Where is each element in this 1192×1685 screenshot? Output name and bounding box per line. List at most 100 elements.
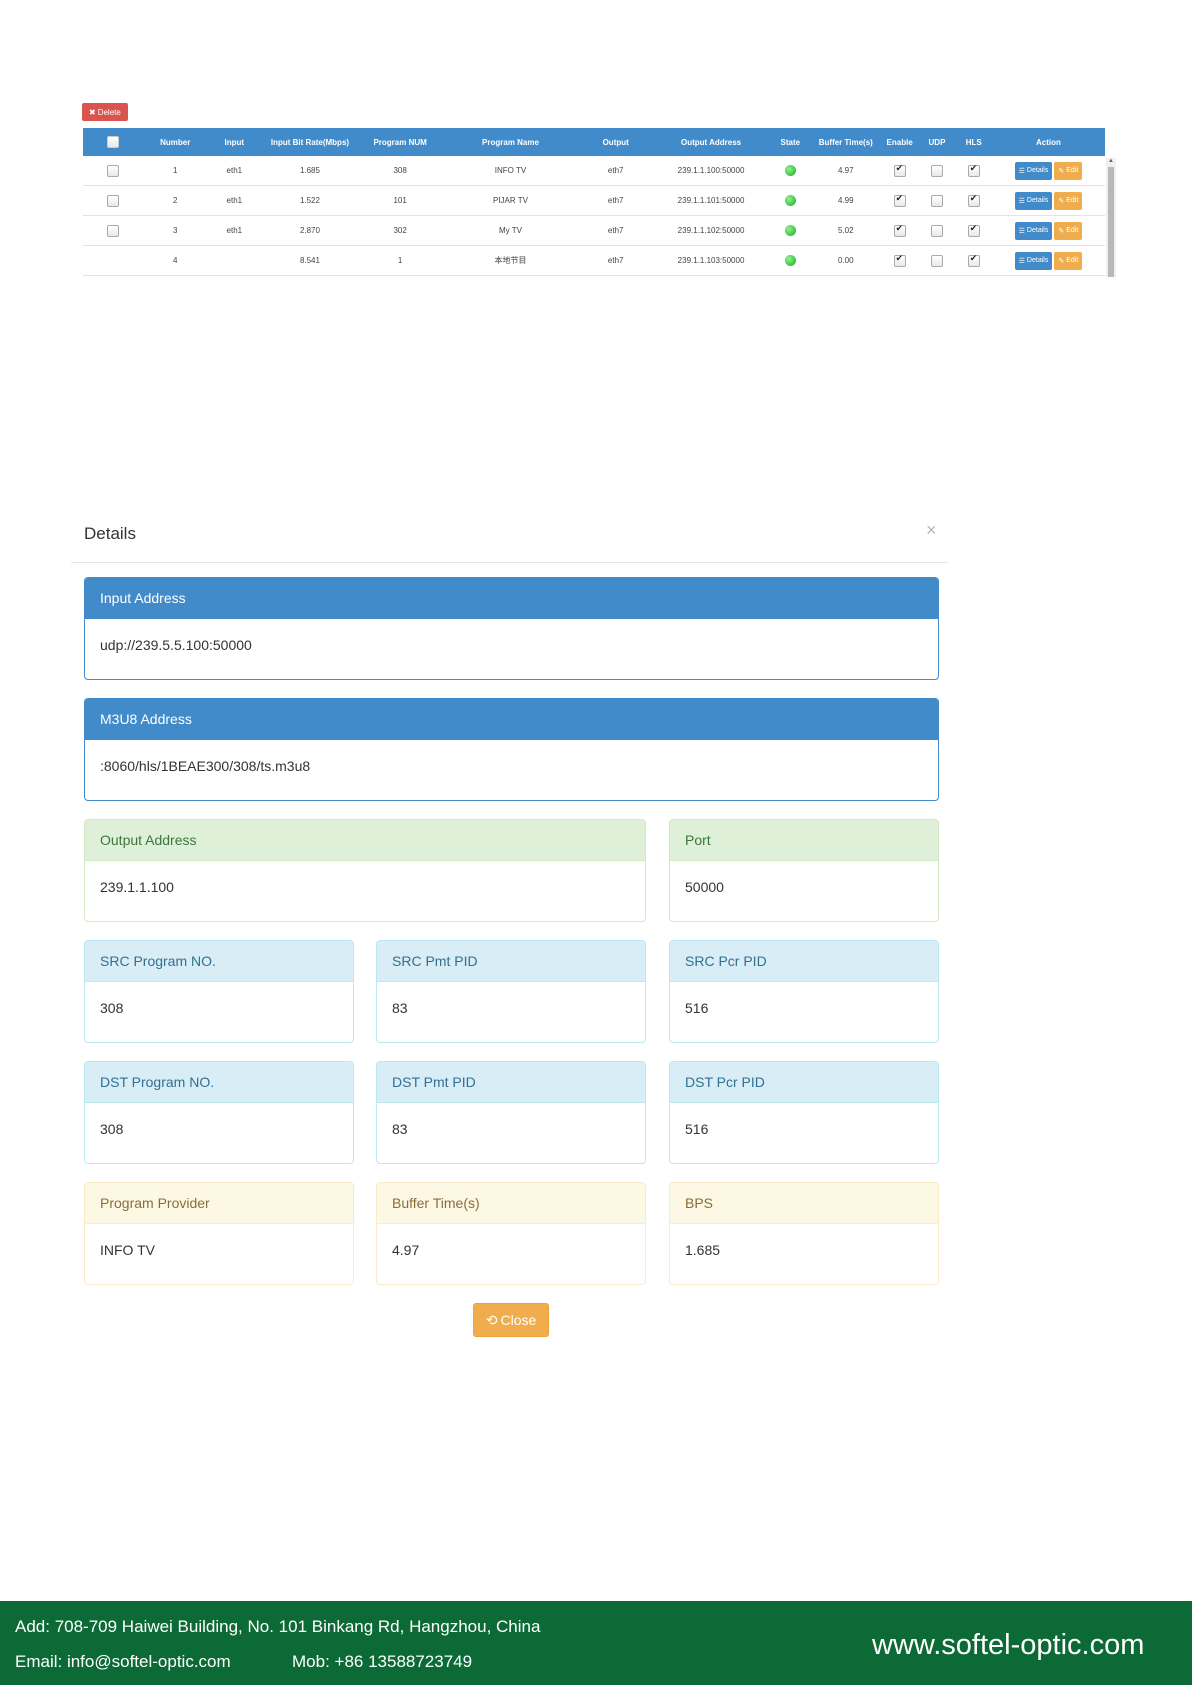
- output-address-panel: Output Address 239.1.1.100: [84, 819, 646, 922]
- edit-button[interactable]: ✎ Edit: [1054, 221, 1083, 240]
- program-provider-panel: Program Provider INFO TV: [84, 1182, 354, 1285]
- close-button[interactable]: ⟲ Close: [473, 1303, 549, 1337]
- scroll-up-icon[interactable]: ▲: [1107, 158, 1115, 166]
- cell-output: eth7: [579, 215, 652, 246]
- modal-divider: [71, 562, 948, 563]
- src-program-no-panel: SRC Program NO. 308: [84, 940, 354, 1043]
- cell-output: eth7: [579, 185, 652, 216]
- cell-enable: [881, 245, 919, 276]
- edit-button[interactable]: ✎ Edit: [1054, 161, 1083, 180]
- column-header: UDP: [918, 128, 956, 156]
- edit-button[interactable]: ✎ Edit: [1054, 251, 1083, 270]
- cell-state: [770, 156, 811, 186]
- modal-title: Details: [84, 524, 136, 543]
- cell-program-name: PIJAR TV: [441, 185, 580, 216]
- row-select-checkbox[interactable]: [107, 164, 120, 177]
- cell-enable: [881, 215, 919, 246]
- panel-value: 83: [392, 1121, 408, 1137]
- details-button[interactable]: ☰ Details: [1014, 191, 1053, 210]
- udp-checkbox[interactable]: [930, 164, 943, 177]
- hls-checkbox[interactable]: [967, 223, 980, 237]
- column-header: Enable: [881, 128, 919, 156]
- udp-checkbox[interactable]: [930, 254, 943, 267]
- scrollbar-thumb[interactable]: [1108, 167, 1114, 277]
- row-select-cell: [83, 215, 144, 246]
- cell-buffer-time: 5.02: [810, 215, 882, 246]
- udp-checkbox[interactable]: [930, 224, 943, 237]
- cell-enable: [881, 156, 919, 186]
- cell-output-address: 239.1.1.101:50000: [651, 185, 771, 216]
- list-icon: ☰: [1018, 197, 1025, 205]
- cell-udp: [918, 215, 956, 246]
- cell-program-name: My TV: [441, 215, 580, 246]
- cell-number: 4: [143, 245, 208, 276]
- cell-program-name: INFO TV: [441, 156, 580, 186]
- footer-website[interactable]: www.softel-optic.com: [872, 1629, 1144, 1662]
- state-indicator-icon: [784, 225, 796, 236]
- close-icon: ✖: [89, 107, 96, 117]
- cell-output-address: 239.1.1.102:50000: [651, 215, 771, 246]
- details-button[interactable]: ☰ Details: [1014, 161, 1053, 180]
- delete-button[interactable]: ✖ Delete: [82, 103, 128, 121]
- panel-heading: Output Address: [85, 820, 645, 861]
- cell-program-name: 本地节目: [441, 245, 580, 276]
- row-select-checkbox[interactable]: [107, 224, 120, 237]
- table-row: 4 8.5411本地节目eth7239.1.1.103:50000 0.00 ☰Det…: [83, 245, 1105, 276]
- edit-button-label: Edit: [1066, 197, 1079, 204]
- details-button[interactable]: ☰ Details: [1014, 221, 1053, 240]
- column-header: HLS: [955, 128, 992, 156]
- panel-heading: DST Program NO.: [85, 1062, 353, 1103]
- panel-value: 50000: [685, 879, 724, 895]
- cell-program-num: 101: [358, 185, 442, 216]
- panel-value: 1.685: [685, 1242, 721, 1258]
- hls-checkbox[interactable]: [967, 253, 980, 267]
- src-pmt-pid-panel: SRC Pmt PID 83: [376, 940, 646, 1043]
- state-indicator-icon: [784, 195, 796, 206]
- details-button-label: Details: [1026, 227, 1049, 234]
- select-all-checkbox[interactable]: [107, 136, 120, 148]
- table-row: 1 eth1 1.685 308 INFO TV eth7 239.1.1.100:5000…: [83, 156, 1105, 186]
- panel-value: 239.1.1.100: [100, 879, 174, 895]
- cell-number: 3: [143, 215, 208, 246]
- row-select-checkbox[interactable]: [107, 194, 120, 207]
- enable-checkbox[interactable]: [893, 253, 906, 267]
- cell-bitrate: 1.685: [261, 156, 359, 186]
- cell-action: ☰ Details ✎ Edit: [991, 245, 1105, 276]
- cell-program-num: 1: [358, 245, 442, 276]
- cell-output-address: 239.1.1.100:50000: [651, 156, 771, 186]
- hls-checkbox[interactable]: [967, 193, 980, 207]
- enable-checkbox[interactable]: [893, 193, 906, 207]
- panel-value: 516: [685, 1000, 709, 1016]
- edit-icon: ✎: [1058, 257, 1065, 265]
- row-select-cell: [83, 156, 144, 186]
- details-button-label: Details: [1026, 167, 1049, 174]
- modal-close-icon[interactable]: ×: [926, 520, 937, 541]
- cell-output: eth7: [579, 156, 652, 186]
- panel-heading: Buffer Time(s): [377, 1183, 645, 1224]
- footer: Add: 708-709 Haiwei Building, No. 101 Bi…: [0, 1601, 1192, 1685]
- cell-hls: [955, 245, 992, 276]
- edit-button[interactable]: ✎ Edit: [1054, 191, 1083, 210]
- panel-value: 516: [685, 1121, 709, 1137]
- column-header: Buffer Time(s): [810, 128, 882, 156]
- footer-email: Email: info@softel-optic.com: [15, 1652, 231, 1671]
- hls-checkbox[interactable]: [967, 163, 980, 177]
- panel-heading: SRC Pcr PID: [670, 941, 938, 982]
- enable-checkbox[interactable]: [893, 163, 906, 177]
- column-header: Program Name: [441, 128, 580, 156]
- edit-icon: ✎: [1058, 167, 1065, 175]
- udp-checkbox[interactable]: [930, 194, 943, 207]
- cell-buffer-time: 4.97: [810, 156, 882, 186]
- column-header: Action: [991, 128, 1105, 156]
- cell-bitrate: 8.541: [261, 245, 359, 276]
- table-row: 2 eth1 1.522 101 PIJAR TV eth7 239.1.1.101:500…: [83, 185, 1105, 216]
- panel-value: INFO TV: [100, 1242, 155, 1258]
- cell-state: [770, 215, 811, 246]
- table-scrollbar[interactable]: ▲: [1106, 158, 1116, 277]
- column-header: Number: [143, 128, 208, 156]
- panel-heading: DST Pcr PID: [670, 1062, 938, 1103]
- details-button[interactable]: ☰ Details: [1014, 251, 1053, 270]
- cell-bitrate: 1.522: [261, 185, 359, 216]
- enable-checkbox[interactable]: [893, 223, 906, 237]
- cell-action: ☰ Details ✎ Edit: [991, 156, 1105, 186]
